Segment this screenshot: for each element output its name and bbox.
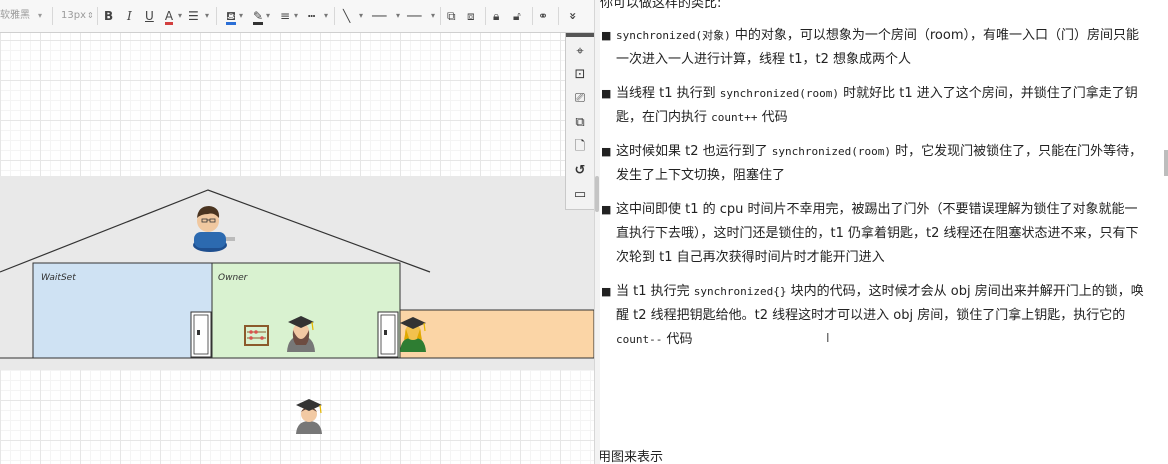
font-color-label: A: [164, 9, 174, 23]
line-style-icon[interactable]: ┅: [308, 6, 315, 26]
start-arrow-icon[interactable]: ──: [372, 6, 386, 26]
bullet-icon: ■: [601, 285, 612, 298]
divider: [440, 7, 441, 25]
underline-button[interactable]: U: [145, 6, 154, 26]
side-toolbar: ⌖ ⊡ ⎚ ⧉ 🗋︎ ↺ ▭: [565, 33, 594, 210]
analogy-list: ■ synchronized(对象) 中的对象，可以想象为一个房间（room），有…: [600, 24, 1150, 362]
figure-caption-text: 用图来表示: [600, 450, 664, 464]
bold-button[interactable]: B: [104, 6, 113, 26]
diagram-editor[interactable]: WaitSet Owner 软雅黑 ▾ 13px ⇕ B I U A ▾ ☰ ▾…: [0, 0, 594, 464]
page-icon[interactable]: 🗋︎: [570, 137, 590, 157]
inline-code: synchronized(room): [719, 87, 839, 100]
divider: [558, 7, 559, 25]
fill-color-swatch: [226, 22, 236, 25]
bullet-icon: ■: [601, 203, 612, 216]
analogy-list-item: ■ 这时候如果 t2 也运行到了 synchronized(room) 时，它发现…: [600, 140, 1150, 188]
comment-icon[interactable]: ▭: [570, 185, 590, 205]
divider: [52, 7, 53, 25]
format-toolbar: 软雅黑 ▾ 13px ⇕ B I U A ▾ ☰ ▾ ⛾ ▾ ✎ ▾ ≡ ▾ ┅…: [0, 0, 594, 33]
item-text: 这时候如果 t2 也运行到了: [616, 144, 772, 159]
divider: [97, 7, 98, 25]
text-cursor-icon: I: [826, 331, 830, 345]
line-color-dropdown-icon[interactable]: ▾: [266, 6, 270, 26]
analogy-list-item: ■ 当线程 t1 执行到 synchronized(room) 时就好比 t1 进…: [600, 82, 1150, 130]
history-icon[interactable]: ↺: [570, 161, 590, 181]
waitset-door[interactable]: [190, 311, 212, 358]
inline-code: count++: [711, 111, 758, 124]
document-scrollbar-thumb[interactable]: [1164, 150, 1168, 176]
document-pane: 你可以做这样的类比: ■ synchronized(对象) 中的对象，可以想象为一…: [600, 0, 1168, 464]
paint-bucket-icon: ⛾: [226, 9, 236, 23]
inline-code: synchronized(对象): [616, 29, 731, 42]
item-text: 这中间即使 t1 的 cpu 时间片不幸用完，被踢出了门外（不要错误理解为锁住了…: [616, 202, 1139, 265]
font-color-button[interactable]: A: [163, 6, 175, 26]
unlock-icon[interactable]: 🔓︎: [513, 6, 521, 26]
side-toolbar-header: [566, 33, 594, 37]
connector-dropdown-icon[interactable]: ▾: [359, 6, 363, 26]
copy-pages-icon[interactable]: ⧉: [570, 113, 590, 133]
analogy-list-item: ■ 这中间即使 t1 的 cpu 时间片不幸用完，被踢出了门外（不要错误理解为锁住…: [600, 198, 1150, 270]
fill-dropdown-icon[interactable]: ▾: [239, 6, 243, 26]
film-icon[interactable]: ⎚: [570, 89, 590, 109]
waiting-person-icon[interactable]: [296, 399, 322, 434]
connector-line-icon[interactable]: ╲: [343, 6, 350, 26]
italic-button[interactable]: I: [127, 6, 132, 26]
house-roof[interactable]: [0, 189, 431, 273]
fill-color-button[interactable]: ⛾: [224, 6, 238, 26]
send-back-icon[interactable]: ⧈: [467, 6, 475, 26]
start-arrow-dropdown-icon[interactable]: ▾: [396, 6, 400, 26]
font-family-dropdown-icon[interactable]: ▾: [38, 6, 42, 26]
bullet-icon: ■: [601, 87, 612, 100]
bullet-icon: ■: [601, 145, 612, 158]
end-arrow-icon[interactable]: ──: [407, 6, 421, 26]
entry-list-area[interactable]: [399, 309, 594, 359]
line-style-dropdown-icon[interactable]: ▾: [324, 6, 328, 26]
font-color-dropdown-icon[interactable]: ▾: [178, 6, 182, 26]
waitset-label: WaitSet: [41, 273, 76, 283]
divider: [334, 7, 335, 25]
bullet-icon: ■: [601, 29, 612, 42]
line-width-icon[interactable]: ≡: [280, 6, 290, 26]
analogy-list-item: ■ 当 t1 执行完 synchronized{} 块内的代码，这时候才会从 ob…: [600, 280, 1150, 352]
owner-label: Owner: [218, 273, 248, 283]
lock-icon[interactable]: 🔒︎: [493, 6, 499, 26]
link-icon[interactable]: ⚭: [538, 6, 548, 26]
owner-door[interactable]: [377, 311, 399, 358]
font-size-stepper-icon[interactable]: ⇕: [87, 6, 94, 26]
analogy-intro-text: 你可以做这样的类比:: [600, 0, 722, 11]
line-width-dropdown-icon[interactable]: ▾: [294, 6, 298, 26]
inline-code: synchronized(room): [771, 145, 891, 158]
editor-scrollbar-thumb[interactable]: [595, 176, 599, 212]
bring-front-icon[interactable]: ⧉: [447, 6, 456, 26]
crosshair-icon[interactable]: ⌖: [570, 42, 590, 62]
line-color-swatch: [253, 22, 263, 25]
analogy-list-item: ■ synchronized(对象) 中的对象，可以想象为一个房间（room），有…: [600, 24, 1150, 72]
item-text: 代码: [757, 110, 788, 125]
divider: [216, 7, 217, 25]
more-tools-icon[interactable]: »: [563, 12, 583, 20]
item-text: 代码: [662, 332, 693, 347]
inline-code: synchronized{}: [693, 285, 787, 298]
align-dropdown-icon[interactable]: ▾: [205, 6, 209, 26]
divider: [532, 7, 533, 25]
end-arrow-dropdown-icon[interactable]: ▾: [431, 6, 435, 26]
monitor-person-icon[interactable]: [193, 206, 235, 252]
font-color-swatch: [165, 22, 173, 25]
line-color-button[interactable]: ✎: [251, 6, 265, 26]
image-icon[interactable]: ⊡: [570, 65, 590, 85]
text-align-icon[interactable]: ☰: [188, 6, 199, 26]
item-text: 当 t1 执行完: [616, 284, 694, 299]
pen-icon: ✎: [252, 9, 264, 23]
inline-code: count--: [616, 333, 663, 346]
item-text: 当线程 t1 执行到: [616, 86, 720, 101]
font-size-input[interactable]: 13px: [61, 6, 86, 26]
divider: [485, 7, 486, 25]
diagram-canvas[interactable]: [0, 0, 594, 464]
font-family-select[interactable]: 软雅黑: [0, 6, 30, 26]
